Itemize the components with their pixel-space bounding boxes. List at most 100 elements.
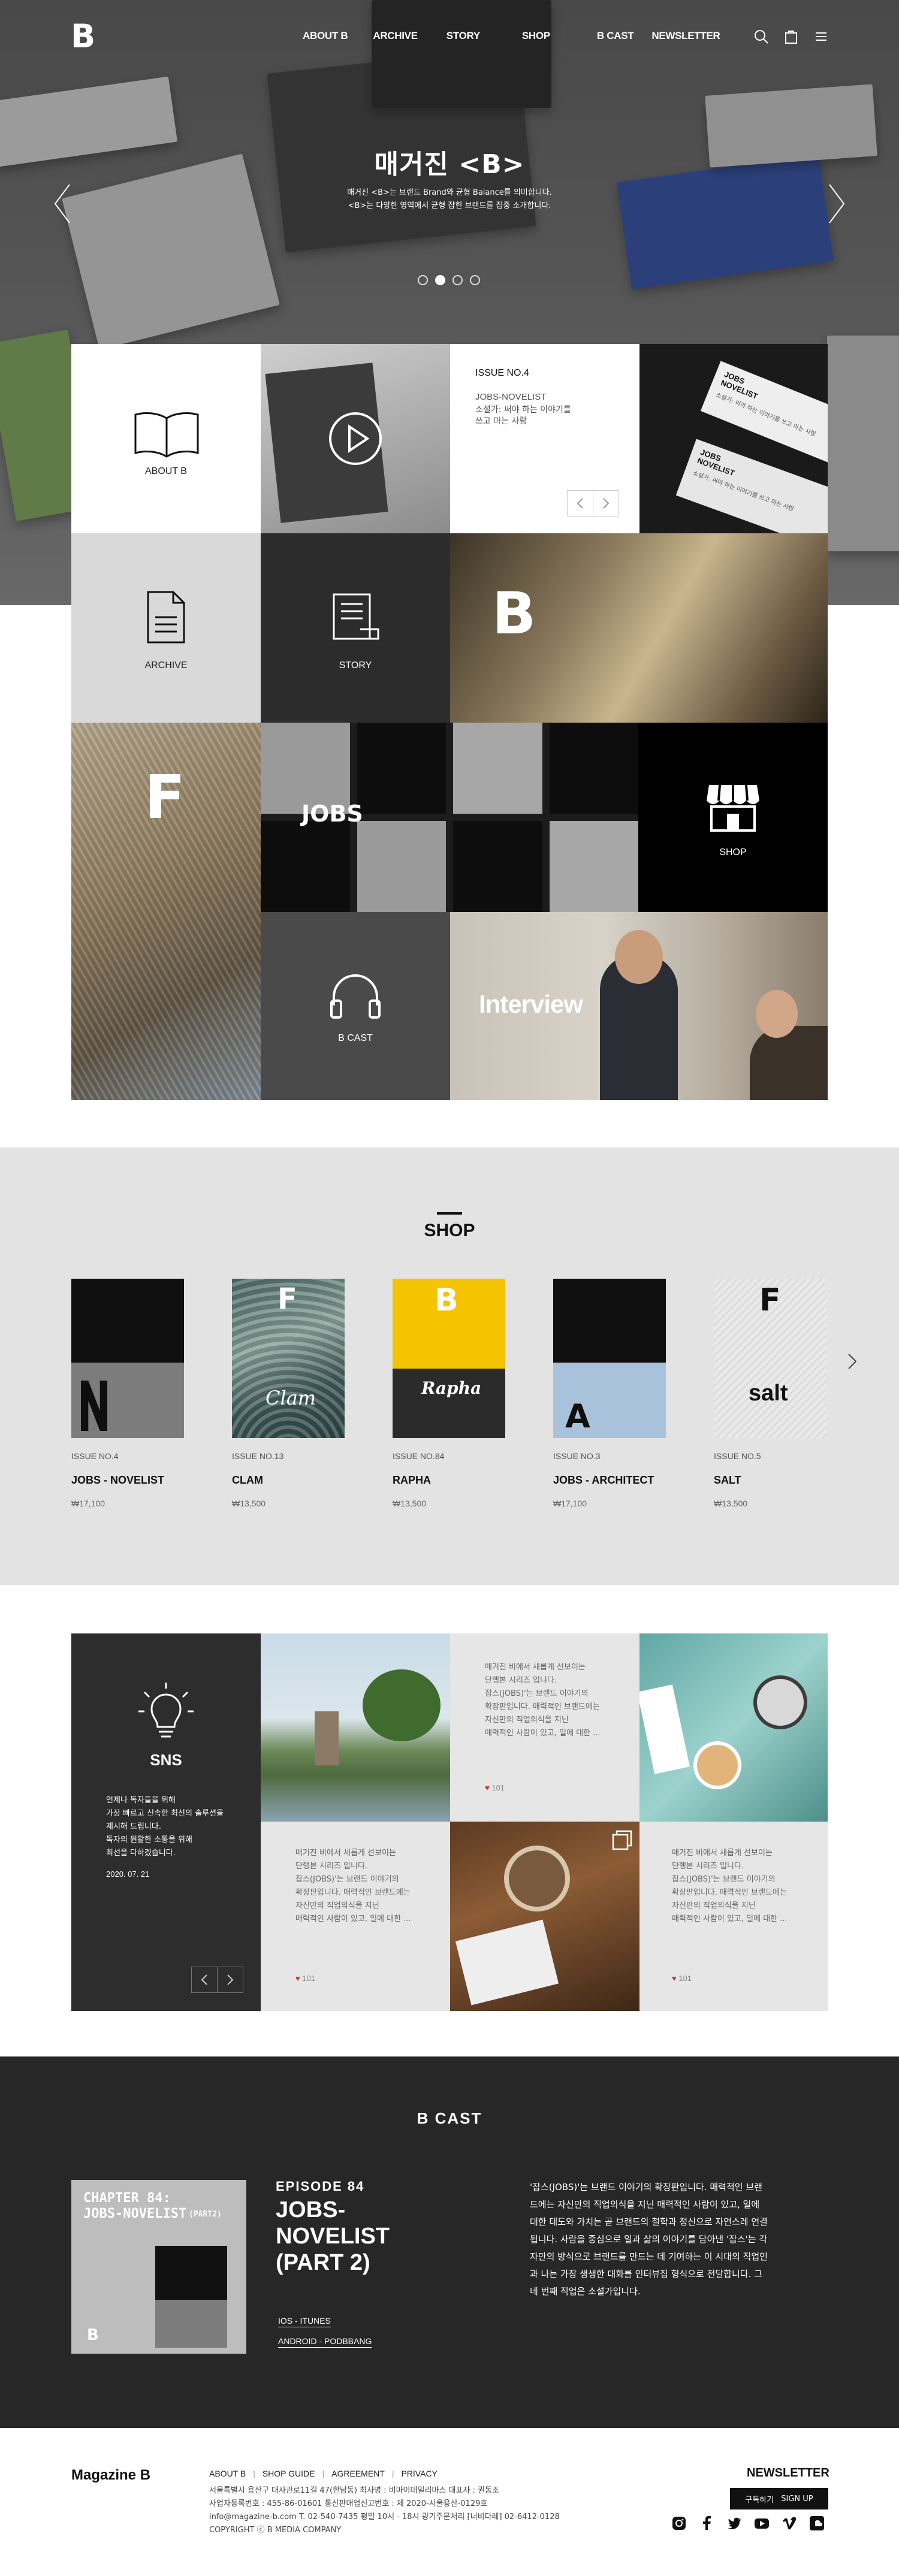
nav-newsletter[interactable]: NEWSLETTER — [651, 30, 720, 42]
bcast-cover[interactable]: CHAPTER 84: JOBS-NOVELIST (PART2) B — [71, 2180, 246, 2354]
hero-subtitle-2: <B>는 다양한 영역에서 균형 잡힌 브랜드를 집중 소개합니다. — [348, 201, 551, 210]
tile-video[interactable] — [261, 344, 450, 533]
sns-likes: ♥ 101 — [485, 1783, 505, 1792]
hero-prev-arrow[interactable] — [50, 180, 74, 228]
heart-icon[interactable]: ♥ — [485, 1783, 490, 1792]
sns-title: SNS — [150, 1751, 182, 1769]
f-letter: F — [144, 762, 186, 832]
youtube-icon[interactable] — [754, 2515, 770, 2531]
heart-icon[interactable]: ♥ — [672, 1974, 677, 1983]
bcast-link-ios[interactable]: IOS - ITUNES — [278, 2316, 331, 2327]
product-cover-clam[interactable]: F Clam — [232, 1279, 345, 1438]
twitter-icon[interactable] — [726, 2515, 742, 2531]
sns-post-1[interactable]: 매거진 비에서 새롭게 선보이는 단행본 시리즈 입니다. 잡스(JOBS)'는 브… — [450, 1633, 639, 1822]
tile-archive[interactable]: ARCHIVE — [71, 533, 261, 723]
facebook-icon[interactable] — [699, 2515, 714, 2531]
footer-link-about[interactable]: ABOUT B — [209, 2469, 246, 2478]
product-card-2[interactable]: F Clam ISSUE NO.13 CLAM ₩13,500 — [232, 1279, 345, 1508]
menu-icon[interactable] — [813, 29, 829, 44]
tile-f-photo[interactable]: F — [71, 723, 261, 1100]
footer-link-shop-guide[interactable]: SHOP GUIDE — [263, 2469, 315, 2478]
issue-prev-button[interactable] — [567, 490, 593, 517]
tile-story-label: STORY — [339, 660, 372, 671]
footer-brand[interactable]: Magazine B — [71, 2467, 150, 2484]
product-card-5[interactable]: F salt ISSUE NO.5 SALT ₩13,500 — [714, 1279, 826, 1508]
slider-dot-3[interactable] — [452, 275, 463, 285]
site-logo[interactable]: B — [71, 20, 98, 53]
heart-icon[interactable]: ♥ — [295, 1974, 300, 1983]
tile-issue[interactable]: ISSUE NO.4 JOBS-NOVELIST 소설가: 써야 하는 이야기를… — [450, 344, 639, 533]
sns-photo-coffee[interactable] — [450, 1822, 639, 2011]
issue-desc-2: 쓰고 마는 사람 — [475, 416, 527, 426]
footer-link-agreement[interactable]: AGREEMENT — [331, 2469, 385, 2478]
bcast-link-android[interactable]: ANDROID - PODBBANG — [278, 2336, 372, 2348]
instagram-icon[interactable] — [671, 2515, 687, 2531]
product-name[interactable]: SALT — [714, 1474, 826, 1487]
footer-links: ABOUT B | SHOP GUIDE | AGREEMENT | PRIVACY — [209, 2469, 438, 2478]
sns-date: 2020. 07. 21 — [106, 1870, 150, 1879]
tile-issue-photo[interactable]: JOBS NOVELIST 소설가: 써야 하는 이야기를 쓰고 마는 사람 J… — [639, 344, 828, 533]
shop-title: SHOP — [424, 1221, 475, 1240]
vimeo-icon[interactable] — [782, 2515, 797, 2531]
store-icon — [707, 784, 759, 832]
product-card-1[interactable]: ISSUE NO.4 JOBS - NOVELIST ₩17,100 — [71, 1279, 184, 1508]
interview-face-2 — [756, 990, 798, 1038]
newsletter-signup-button[interactable]: 구독하기 SIGN UP — [730, 2488, 828, 2509]
tile-shop[interactable]: SHOP — [638, 723, 828, 912]
slider-dot-4[interactable] — [470, 275, 480, 285]
product-issue: ISSUE NO.84 — [393, 1451, 445, 1461]
product-issue: ISSUE NO.5 — [714, 1451, 761, 1461]
sns-post-2[interactable]: 매거진 비에서 새롭게 선보이는 단행본 시리즈 입니다. 잡스(JOBS)'는 브… — [261, 1822, 450, 2011]
footer-link-privacy[interactable]: PRIVACY — [401, 2469, 437, 2478]
product-cover-rapha[interactable]: B Rapha — [393, 1279, 505, 1438]
book-icon — [134, 412, 199, 458]
main-nav: ABOUT B ARCHIVE STORY SHOP B CAST NEWSLE… — [303, 30, 747, 42]
gallery-icon[interactable] — [612, 1830, 632, 1850]
nav-about[interactable]: ABOUT B — [303, 30, 348, 42]
hero-next-arrow[interactable] — [825, 180, 849, 228]
b-letter: B — [492, 580, 536, 647]
sns-intro: SNS 언제나 독자들을 위해 가장 빠르고 신속한 최신의 솔루션을 제시해 드립… — [71, 1633, 261, 2011]
product-cover-salt[interactable]: F salt — [714, 1279, 826, 1438]
product-name[interactable]: JOBS - NOVELIST — [71, 1474, 184, 1487]
chevron-right-icon — [227, 1974, 234, 1985]
tile-story[interactable]: STORY — [261, 533, 450, 723]
soundcloud-icon[interactable] — [809, 2515, 825, 2531]
tile-jobs[interactable]: JOBS — [261, 723, 638, 912]
search-icon[interactable] — [753, 29, 769, 44]
slider-dot-1[interactable] — [418, 275, 428, 285]
nav-shop[interactable]: SHOP — [522, 30, 550, 42]
headphones-icon — [330, 974, 381, 1019]
sns-next-button[interactable] — [217, 1967, 243, 1993]
sns-post-3[interactable]: 매거진 비에서 새롭게 선보이는 단행본 시리즈 입니다. 잡스(JOBS)'는 브… — [639, 1822, 828, 2011]
play-icon[interactable] — [328, 411, 383, 466]
issue-next-button[interactable] — [593, 490, 619, 517]
cart-icon[interactable] — [783, 29, 799, 44]
product-issue: ISSUE NO.4 — [71, 1451, 119, 1461]
sns-likes: ♥ 101 — [295, 1974, 316, 1983]
product-card-4[interactable]: A ISSUE NO.3 JOBS - ARCHITECT ₩17,100 — [553, 1279, 666, 1508]
issue-desc-1: 소설가: 써야 하는 이야기를 — [475, 405, 571, 415]
product-cover-jobs[interactable] — [71, 1279, 184, 1438]
tile-bcast[interactable]: B CAST — [261, 912, 450, 1100]
product-cover-architect[interactable]: A — [553, 1279, 666, 1438]
sns-prev-button[interactable] — [191, 1967, 218, 1993]
tile-about-label: ABOUT B — [145, 466, 187, 476]
product-name[interactable]: JOBS - ARCHITECT — [553, 1474, 666, 1487]
tile-interview[interactable]: Interview — [450, 912, 828, 1100]
nav-archive[interactable]: ARCHIVE — [373, 30, 418, 42]
sns-post-text: 매거진 비에서 새롭게 선보이는 단행본 시리즈 입니다. 잡스(JOBS)'는 브… — [485, 1663, 601, 1738]
product-name[interactable]: CLAM — [232, 1474, 345, 1487]
hero-subtitle-1: 매거진 <B>는 브랜드 Brand와 균형 Balance를 의미합니다. — [347, 188, 552, 197]
nav-bcast[interactable]: B CAST — [597, 30, 634, 42]
shop-next-arrow[interactable] — [845, 1349, 859, 1373]
tile-b-photo[interactable]: B — [450, 533, 828, 723]
nav-story[interactable]: STORY — [447, 30, 480, 42]
tile-about[interactable]: ABOUT B — [71, 344, 261, 533]
sns-photo-clock[interactable] — [639, 1633, 828, 1822]
slider-dot-2[interactable] — [435, 275, 445, 285]
product-name[interactable]: RAPHA — [393, 1474, 505, 1487]
bcast-episode: EPISODE 84 — [276, 2179, 365, 2194]
sns-photo-city[interactable] — [261, 1633, 450, 1822]
product-card-3[interactable]: B Rapha ISSUE NO.84 RAPHA ₩13,500 — [393, 1279, 505, 1508]
